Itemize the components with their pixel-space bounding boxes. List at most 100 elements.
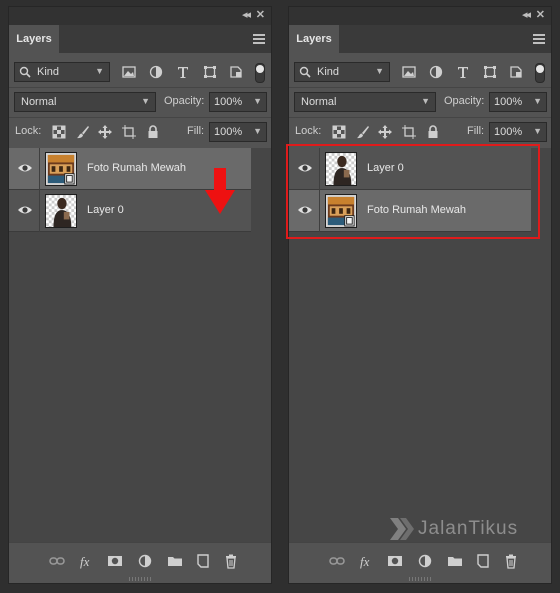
lock-transparent-pixels-icon[interactable] [331, 124, 347, 140]
layer-thumbnail-house [45, 152, 77, 186]
fill-label: Fill: [467, 125, 485, 137]
opacity-field[interactable]: 100% ▼ [209, 92, 267, 112]
resize-grip[interactable] [129, 577, 153, 581]
collapse-icon[interactable]: ◂◂ [522, 9, 531, 21]
lock-label: Lock: [295, 125, 322, 137]
brush-icon[interactable] [75, 124, 91, 140]
tab-row: Layers [289, 25, 551, 53]
adjustment-filter-icon[interactable] [428, 64, 444, 80]
layer-name[interactable]: Foto Rumah Mewah [87, 162, 186, 174]
filter-toggle[interactable] [535, 63, 545, 83]
chevron-down-icon: ▼ [533, 126, 542, 136]
close-icon[interactable]: ✕ [536, 9, 545, 21]
smart-object-filter-icon[interactable] [228, 64, 244, 80]
new-layer-icon[interactable] [195, 553, 211, 569]
image-filter-icon[interactable] [401, 64, 417, 80]
tab-layers[interactable]: Layers [9, 25, 59, 53]
add-mask-icon[interactable] [387, 553, 403, 569]
svg-text:fx: fx [360, 554, 370, 569]
folder-icon[interactable] [447, 553, 463, 569]
add-mask-icon[interactable] [107, 553, 123, 569]
blend-mode-value: Normal [301, 96, 337, 108]
eye-icon[interactable] [17, 161, 33, 175]
blend-mode-select[interactable]: Normal ▼ [294, 92, 436, 112]
watermark-logo-icon [390, 518, 414, 540]
chevron-down-icon: ▼ [95, 66, 104, 76]
adjustment-filter-icon[interactable] [148, 64, 164, 80]
panel-title-strip: ◂◂ ✕ [9, 7, 271, 25]
search-icon [299, 66, 311, 78]
chevron-down-icon: ▼ [533, 96, 542, 106]
image-filter-icon[interactable] [121, 64, 137, 80]
arrow-down-icon [205, 168, 235, 214]
trash-icon[interactable] [503, 553, 519, 569]
resize-grip[interactable] [409, 577, 433, 581]
opacity-value: 100% [494, 96, 523, 108]
blend-mode-select[interactable]: Normal ▼ [14, 92, 156, 112]
adjustment-layer-icon[interactable] [417, 553, 433, 569]
fill-field[interactable]: 100% ▼ [489, 122, 547, 142]
move-icon[interactable] [97, 124, 113, 140]
artboard-icon[interactable] [401, 124, 417, 140]
chevron-down-icon: ▼ [253, 96, 262, 106]
fill-value: 100% [494, 126, 523, 138]
watermark: JalanTikus [388, 514, 548, 546]
lock-row: Lock: Fill: 100% ▼ [289, 121, 551, 143]
layer-name[interactable]: Layer 0 [87, 204, 124, 216]
artboard-icon[interactable] [121, 124, 137, 140]
highlight-box [286, 144, 540, 239]
watermark-text: JalanTikus [418, 518, 519, 539]
chevron-down-icon: ▼ [421, 96, 430, 106]
opacity-label: Opacity: [164, 95, 205, 107]
panel-bottom-bar: fx [289, 542, 551, 583]
type-filter-icon[interactable] [455, 64, 471, 80]
tab-layers[interactable]: Layers [289, 25, 339, 53]
kind-label: Kind [37, 66, 60, 78]
search-icon [19, 66, 31, 78]
new-layer-icon[interactable] [475, 553, 491, 569]
blend-row: Normal ▼ Opacity: 100% ▼ [289, 91, 551, 113]
kind-filter-select[interactable]: Kind ▼ [294, 62, 390, 82]
panel-bottom-bar: fx [9, 542, 271, 583]
link-layers-icon[interactable] [329, 553, 345, 569]
folder-icon[interactable] [167, 553, 183, 569]
adjustment-layer-icon[interactable] [137, 553, 153, 569]
chevron-down-icon: ▼ [253, 126, 262, 136]
chevron-down-icon: ▼ [141, 96, 150, 106]
move-icon[interactable] [377, 124, 393, 140]
lock-row: Lock: Fill: 100% ▼ [9, 121, 271, 143]
opacity-value: 100% [214, 96, 243, 108]
lock-all-icon[interactable] [145, 124, 161, 140]
lock-transparent-pixels-icon[interactable] [51, 124, 67, 140]
layer-thumbnail-person [45, 194, 77, 228]
lock-label: Lock: [15, 125, 42, 137]
close-icon[interactable]: ✕ [256, 9, 265, 21]
shape-filter-icon[interactable] [202, 64, 218, 80]
kind-filter-select[interactable]: Kind ▼ [14, 62, 110, 82]
brush-icon[interactable] [355, 124, 371, 140]
fill-field[interactable]: 100% ▼ [209, 122, 267, 142]
tab-row: Layers [9, 25, 271, 53]
type-filter-icon[interactable] [175, 64, 191, 80]
trash-icon[interactable] [223, 553, 239, 569]
filter-row: Kind ▼ [9, 61, 271, 85]
shape-filter-icon[interactable] [482, 64, 498, 80]
smart-object-filter-icon[interactable] [508, 64, 524, 80]
fx-icon[interactable]: fx [79, 553, 95, 569]
opacity-field[interactable]: 100% ▼ [489, 92, 547, 112]
panel-menu-icon[interactable] [533, 34, 545, 44]
link-layers-icon[interactable] [49, 553, 65, 569]
fill-value: 100% [214, 126, 243, 138]
lock-all-icon[interactable] [425, 124, 441, 140]
filter-row: Kind ▼ [289, 61, 551, 85]
eye-icon[interactable] [17, 203, 33, 217]
fx-icon[interactable]: fx [359, 553, 375, 569]
kind-label: Kind [317, 66, 340, 78]
filter-toggle[interactable] [255, 63, 265, 83]
collapse-icon[interactable]: ◂◂ [242, 9, 251, 21]
layers-panel-left: ◂◂ ✕ Layers Kind ▼ Normal ▼ Opacity: 100… [8, 6, 272, 584]
panel-menu-icon[interactable] [253, 34, 265, 44]
blend-row: Normal ▼ Opacity: 100% ▼ [9, 91, 271, 113]
opacity-label: Opacity: [444, 95, 485, 107]
panel-title-strip: ◂◂ ✕ [289, 7, 551, 25]
